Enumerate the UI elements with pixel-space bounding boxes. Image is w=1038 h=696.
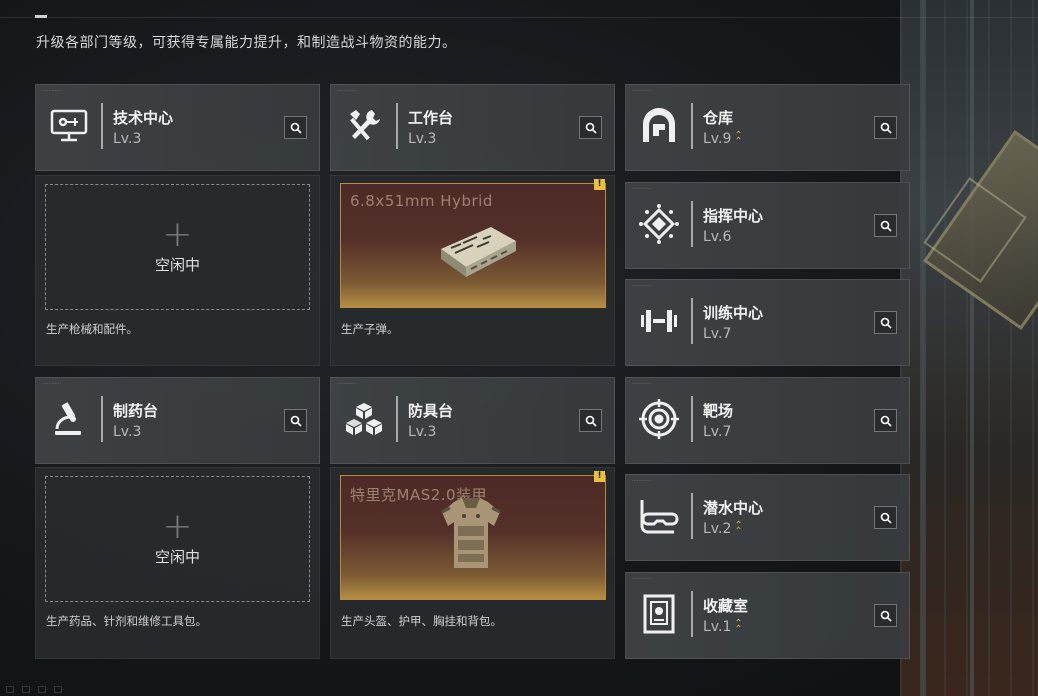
microscope-icon: [46, 396, 92, 442]
plus-icon: +: [162, 505, 193, 547]
idle-slot[interactable]: + 空闲中: [45, 184, 310, 310]
production-desc: 生产药品、针剂和维修工具包。: [46, 614, 207, 628]
department-name: 指挥中心: [703, 207, 764, 225]
warning-icon: !: [594, 179, 605, 190]
department-level: Lv.6: [703, 229, 732, 245]
department-name: 仓库: [703, 109, 734, 127]
upgrade-arrow-icon: ⌃ ⌃: [734, 130, 743, 147]
intro-text: 升级各部门等级，可获得专属能力提升，和制造战斗物资的能力。: [36, 35, 457, 51]
production-panel-armor-bench: 特里克MAS2.0装甲 ! 生产头盔、护甲、胸挂和背包。: [330, 467, 615, 659]
card-pharmacy[interactable]: ············ 制药台 Lv.3: [35, 377, 320, 464]
upgrade-arrow-icon: ⌃ ⌃: [734, 520, 743, 537]
idle-slot[interactable]: + 空闲中: [45, 476, 310, 602]
card-training-center[interactable]: ············ 训练中心 Lv.7: [625, 279, 910, 366]
target-icon: [636, 396, 682, 442]
card-workbench[interactable]: ············ 工作台 Lv.3: [330, 84, 615, 171]
search-icon[interactable]: [579, 409, 602, 432]
department-name: 收藏室: [703, 597, 749, 615]
department-level: Lv.7: [703, 424, 732, 440]
warning-icon: !: [594, 471, 605, 482]
search-icon[interactable]: [874, 116, 897, 139]
production-desc: 生产子弹。: [341, 322, 399, 336]
idle-label: 空闲中: [154, 255, 200, 274]
department-level: Lv.9 ⌃ ⌃: [703, 130, 743, 148]
department-name: 工作台: [408, 109, 454, 127]
production-panel-workbench: 6.8x51mm Hybrid ! 生产子弹。: [330, 175, 615, 366]
search-icon[interactable]: [874, 214, 897, 237]
card-tech-center[interactable]: ············ 技术中心 Lv.3: [35, 84, 320, 171]
dumbbell-icon: [636, 298, 682, 344]
department-level: Lv.3: [113, 424, 142, 440]
department-level: Lv.2 ⌃ ⌃: [703, 520, 743, 538]
department-level: Lv.3: [408, 424, 437, 440]
search-icon[interactable]: [874, 311, 897, 334]
production-desc: 生产头盔、护甲、胸挂和背包。: [341, 614, 502, 628]
header-marker: [35, 15, 47, 18]
header-divider: [0, 17, 1038, 18]
cubes-icon: [341, 396, 387, 442]
department-level: Lv.3: [408, 131, 437, 147]
department-name: 靶场: [703, 402, 734, 420]
card-collection-room[interactable]: ············ 收藏室 Lv.1 ⌃ ⌃: [625, 572, 910, 659]
display-case-icon: [636, 591, 682, 637]
search-icon[interactable]: [874, 604, 897, 627]
card-diving-center[interactable]: ············ 潜水中心 Lv.2 ⌃ ⌃: [625, 474, 910, 561]
production-panel-pharmacy: + 空闲中 生产药品、针剂和维修工具包。: [35, 467, 320, 659]
department-level: Lv.1 ⌃ ⌃: [703, 618, 743, 636]
card-warehouse[interactable]: ············ 仓库 Lv.9 ⌃ ⌃: [625, 84, 910, 171]
plus-icon: +: [162, 213, 193, 255]
card-shooting-range[interactable]: ············ 靶场 Lv.7: [625, 377, 910, 464]
ammo-box-icon: [431, 219, 521, 283]
department-name: 训练中心: [703, 304, 764, 322]
search-icon[interactable]: [874, 506, 897, 529]
department-level: Lv.3: [113, 131, 142, 147]
production-slot[interactable]: 6.8x51mm Hybrid: [340, 183, 606, 308]
production-slot[interactable]: 特里克MAS2.0装甲: [340, 475, 606, 600]
tools-icon: [341, 103, 387, 149]
footer-marks: [0, 684, 140, 696]
diving-mask-icon: [636, 493, 682, 539]
chip-icon: [636, 201, 682, 247]
department-name: 制药台: [113, 402, 159, 420]
department-level: Lv.7: [703, 326, 732, 342]
production-item-name: 6.8x51mm Hybrid: [350, 192, 493, 210]
department-name: 防具台: [408, 402, 454, 420]
card-armor-bench[interactable]: ············ 防具台 Lv.3: [330, 377, 615, 464]
production-panel-tech-center: + 空闲中 生产枪械和配件。: [35, 175, 320, 366]
search-icon[interactable]: [284, 409, 307, 432]
background-scene: [900, 0, 1038, 696]
vault-icon: [636, 103, 682, 149]
department-name: 潜水中心: [703, 499, 764, 517]
body-armor-icon: [436, 496, 506, 580]
idle-label: 空闲中: [154, 547, 200, 566]
monitor-icon: [46, 103, 92, 149]
search-icon[interactable]: [579, 116, 602, 139]
department-name: 技术中心: [113, 109, 174, 127]
search-icon[interactable]: [284, 116, 307, 139]
upgrade-arrow-icon: ⌃ ⌃: [734, 618, 743, 635]
card-command-center[interactable]: ············ 指挥中心 Lv.6: [625, 182, 910, 269]
production-desc: 生产枪械和配件。: [46, 322, 138, 336]
search-icon[interactable]: [874, 409, 897, 432]
